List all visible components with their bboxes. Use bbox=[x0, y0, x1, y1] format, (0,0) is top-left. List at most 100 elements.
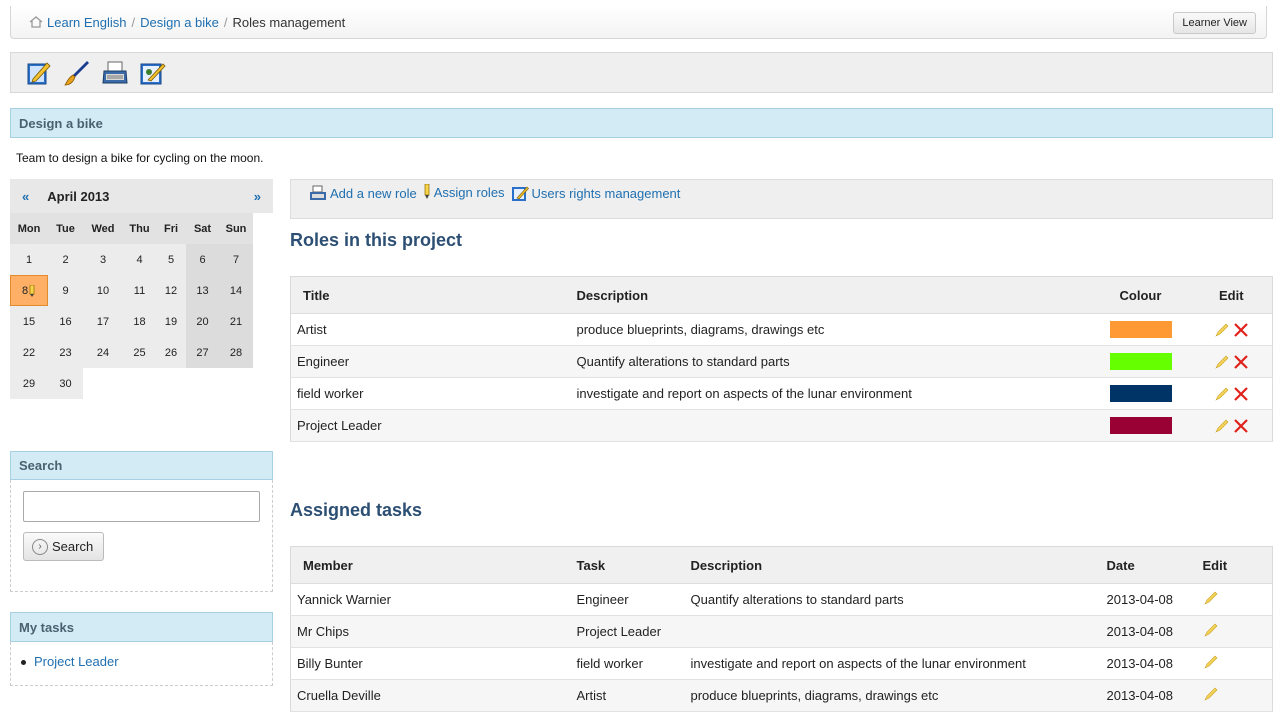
calendar-day[interactable]: 24 bbox=[83, 337, 123, 368]
edit-cell bbox=[1190, 313, 1273, 346]
calendar-day[interactable]: 25 bbox=[123, 337, 156, 368]
learner-view-button[interactable]: Learner View bbox=[1173, 12, 1256, 34]
breadcrumb-design-a-bike[interactable]: Design a bike bbox=[140, 15, 219, 30]
calendar-weekday: Fri bbox=[156, 213, 186, 244]
pencil-icon[interactable] bbox=[1203, 590, 1219, 606]
table-row: Project Leader bbox=[290, 409, 1273, 442]
table-header-row: Title Description Colour Edit bbox=[290, 276, 1273, 314]
pencil-icon[interactable] bbox=[1214, 386, 1230, 402]
calendar: « April 2013 » Mon Tue Wed Thu Fri Sat S… bbox=[10, 179, 273, 399]
project-title-header: Design a bike bbox=[10, 108, 1273, 138]
calendar-day[interactable]: 23 bbox=[48, 337, 83, 368]
task-role: Artist bbox=[570, 679, 685, 712]
colour-swatch bbox=[1109, 321, 1172, 339]
calendar-day[interactable]: 28 bbox=[219, 337, 253, 368]
my-task-link[interactable]: Project Leader bbox=[34, 654, 119, 669]
pencil-icon[interactable] bbox=[1203, 654, 1219, 670]
calendar-month-label: April 2013 bbox=[47, 188, 110, 204]
delete-icon[interactable] bbox=[1233, 386, 1249, 402]
breadcrumb-current: Roles management bbox=[232, 14, 346, 30]
calendar-day[interactable]: 29 bbox=[10, 368, 48, 399]
calendar-weekday: Sun bbox=[219, 213, 253, 244]
colour-swatch bbox=[1109, 417, 1172, 435]
calendar-day-today[interactable]: 8 bbox=[10, 275, 48, 306]
assign-roles-link[interactable]: Assign roles bbox=[423, 184, 505, 200]
chevron-right-icon: › bbox=[32, 538, 48, 555]
calendar-day[interactable]: 15 bbox=[10, 306, 48, 337]
search-button[interactable]: › Search bbox=[23, 532, 105, 561]
actions-bar: Add a new role Assign roles Users rights… bbox=[290, 179, 1273, 219]
assigned-tasks-table: Member Task Description Date Edit Yannic… bbox=[290, 546, 1273, 712]
search-panel: › Search bbox=[10, 480, 273, 592]
role-title: Artist bbox=[290, 313, 571, 346]
calendar-day[interactable]: 10 bbox=[83, 275, 123, 306]
role-colour-cell bbox=[1090, 377, 1191, 410]
edit-document-icon[interactable] bbox=[25, 59, 53, 87]
calendar-day[interactable]: 21 bbox=[219, 306, 253, 337]
calendar-day[interactable]: 3 bbox=[83, 244, 123, 275]
users-rights-label: Users rights management bbox=[531, 185, 681, 201]
calendar-prev-button[interactable]: « bbox=[22, 189, 29, 204]
role-description bbox=[570, 409, 1091, 442]
breadcrumb-learn-english[interactable]: Learn English bbox=[47, 15, 127, 30]
table-row: Billy Bunter field worker investigate an… bbox=[290, 647, 1273, 680]
brush-icon[interactable] bbox=[63, 59, 91, 87]
calendar-day[interactable]: 14 bbox=[219, 275, 253, 306]
calendar-day[interactable]: 19 bbox=[156, 306, 186, 337]
calendar-day[interactable]: 27 bbox=[186, 337, 219, 368]
pencil-icon[interactable] bbox=[1214, 354, 1230, 370]
delete-icon[interactable] bbox=[1233, 354, 1249, 370]
breadcrumb: Learn English / Design a bike / Roles ma… bbox=[10, 6, 1267, 39]
pencil-icon[interactable] bbox=[1214, 322, 1230, 338]
task-member: Cruella Deville bbox=[290, 679, 571, 712]
pencil-icon bbox=[424, 184, 430, 199]
calendar-day[interactable]: 2 bbox=[48, 244, 83, 275]
bullet-icon bbox=[21, 660, 26, 666]
role-description: Quantify alterations to standard parts bbox=[570, 345, 1091, 378]
calendar-day[interactable]: 17 bbox=[83, 306, 123, 337]
task-description: investigate and report on aspects of the… bbox=[684, 647, 1101, 680]
table-row: field worker investigate and report on a… bbox=[290, 377, 1273, 410]
edit-users-icon[interactable] bbox=[139, 59, 167, 87]
search-heading: Search bbox=[10, 451, 273, 480]
calendar-next-button[interactable]: » bbox=[254, 189, 261, 204]
column-header: Edit bbox=[1190, 276, 1273, 314]
search-input[interactable] bbox=[23, 491, 260, 522]
role-colour-cell bbox=[1090, 345, 1191, 378]
role-title: field worker bbox=[290, 377, 571, 410]
users-rights-link[interactable]: Users rights management bbox=[511, 184, 681, 202]
column-header: Member bbox=[290, 546, 571, 584]
my-tasks-panel: Project Leader bbox=[10, 642, 273, 686]
role-colour-cell bbox=[1090, 409, 1191, 442]
calendar-day[interactable]: 13 bbox=[186, 275, 219, 306]
pencil-icon[interactable] bbox=[1203, 686, 1219, 702]
calendar-day[interactable]: 18 bbox=[123, 306, 156, 337]
task-date: 2013-04-08 bbox=[1100, 647, 1197, 680]
calendar-weekday: Sat bbox=[186, 213, 219, 244]
calendar-day[interactable]: 9 bbox=[48, 275, 83, 306]
calendar-day[interactable]: 26 bbox=[156, 337, 186, 368]
calendar-day[interactable]: 7 bbox=[219, 244, 253, 275]
calendar-day[interactable]: 11 bbox=[123, 275, 156, 306]
calendar-day[interactable]: 16 bbox=[48, 306, 83, 337]
pencil-icon[interactable] bbox=[1214, 418, 1230, 434]
pencil-icon[interactable] bbox=[1203, 622, 1219, 638]
calendar-day[interactable]: 4 bbox=[123, 244, 156, 275]
table-row: Cruella Deville Artist produce blueprint… bbox=[290, 679, 1273, 712]
calendar-day[interactable]: 22 bbox=[10, 337, 48, 368]
edit-cell bbox=[1196, 615, 1273, 648]
task-description: Quantify alterations to standard parts bbox=[684, 583, 1101, 616]
add-role-link[interactable]: Add a new role bbox=[309, 184, 417, 202]
calendar-day[interactable]: 30 bbox=[48, 368, 83, 399]
calendar-day[interactable]: 12 bbox=[156, 275, 186, 306]
calendar-day[interactable]: 20 bbox=[186, 306, 219, 337]
calendar-day[interactable]: 6 bbox=[186, 244, 219, 275]
calendar-day[interactable]: 1 bbox=[10, 244, 48, 275]
delete-icon[interactable] bbox=[1233, 418, 1249, 434]
breadcrumb-separator: / bbox=[223, 14, 228, 30]
typewriter-icon[interactable] bbox=[101, 59, 129, 87]
edit-cell bbox=[1196, 647, 1273, 680]
my-tasks-heading: My tasks bbox=[10, 612, 273, 642]
delete-icon[interactable] bbox=[1233, 322, 1249, 338]
calendar-day[interactable]: 5 bbox=[156, 244, 186, 275]
